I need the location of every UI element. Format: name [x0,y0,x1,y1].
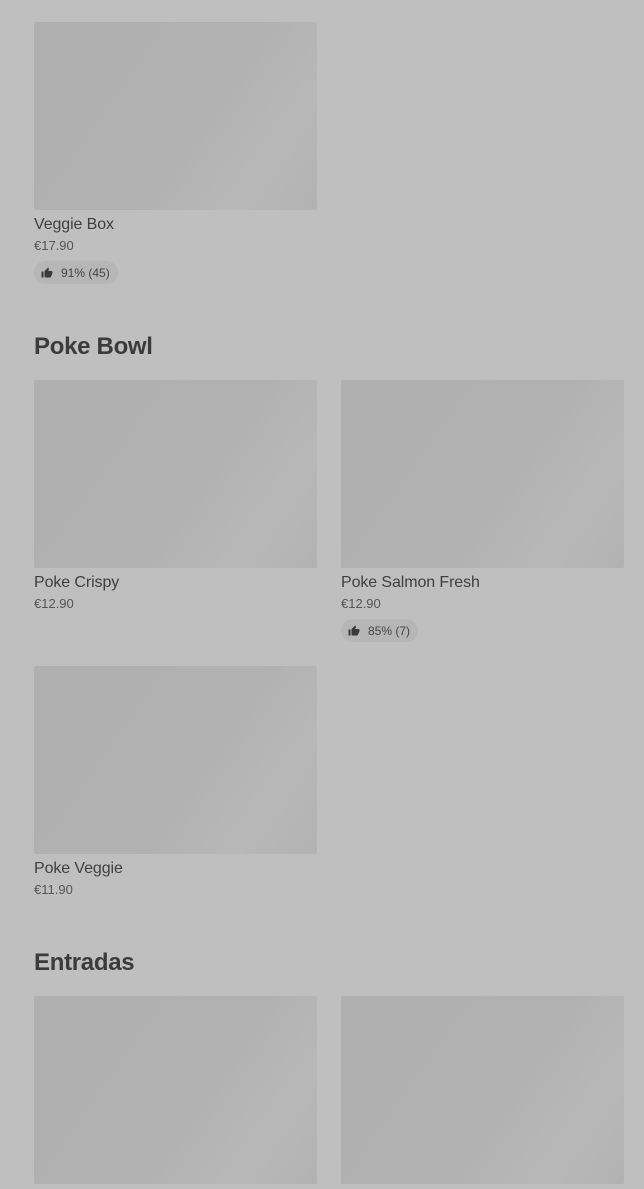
thumbs-up-icon [348,625,360,635]
menu-item-image [34,666,317,854]
menu-item-name: Poke Salmon Fresh [341,574,480,591]
menu-item-price: €11.90 [34,882,73,897]
menu-item-image [34,380,317,568]
rating-text: 91% (45) [61,265,110,280]
menu-item-card[interactable]: Poke Crispy €12.90 [34,380,317,612]
rating-badge: 85% (7) [341,619,419,642]
section-title-entradas: Entradas [34,949,135,976]
menu-item-name: Poke Crispy [34,574,120,591]
menu-item-card[interactable] [341,996,624,1189]
menu-item-card[interactable]: Poke Veggie €11.90 [34,666,317,898]
menu-item-image [34,996,317,1184]
menu-item-name: Poke Veggie [34,860,123,877]
menu-item-name: Veggie Box [34,216,114,233]
menu-item-image [34,22,317,210]
menu-item-image [341,380,624,568]
thumbs-up-icon [41,267,53,277]
rating-badge: 91% (45) [34,261,118,284]
menu-item-price: €12.90 [34,596,74,611]
menu-item-price: €17.90 [34,238,74,253]
menu-item-card[interactable]: Veggie Box €17.90 91% (45) [34,22,317,284]
rating-text: 85% (7) [368,623,411,638]
menu-item-image [341,996,624,1184]
section-title-poke-bowl: Poke Bowl [34,333,153,360]
menu-item-card[interactable]: Poke Salmon Fresh €12.90 85% (7) [341,380,624,642]
menu-item-price: €12.90 [341,596,381,611]
menu-item-card[interactable] [34,996,317,1189]
